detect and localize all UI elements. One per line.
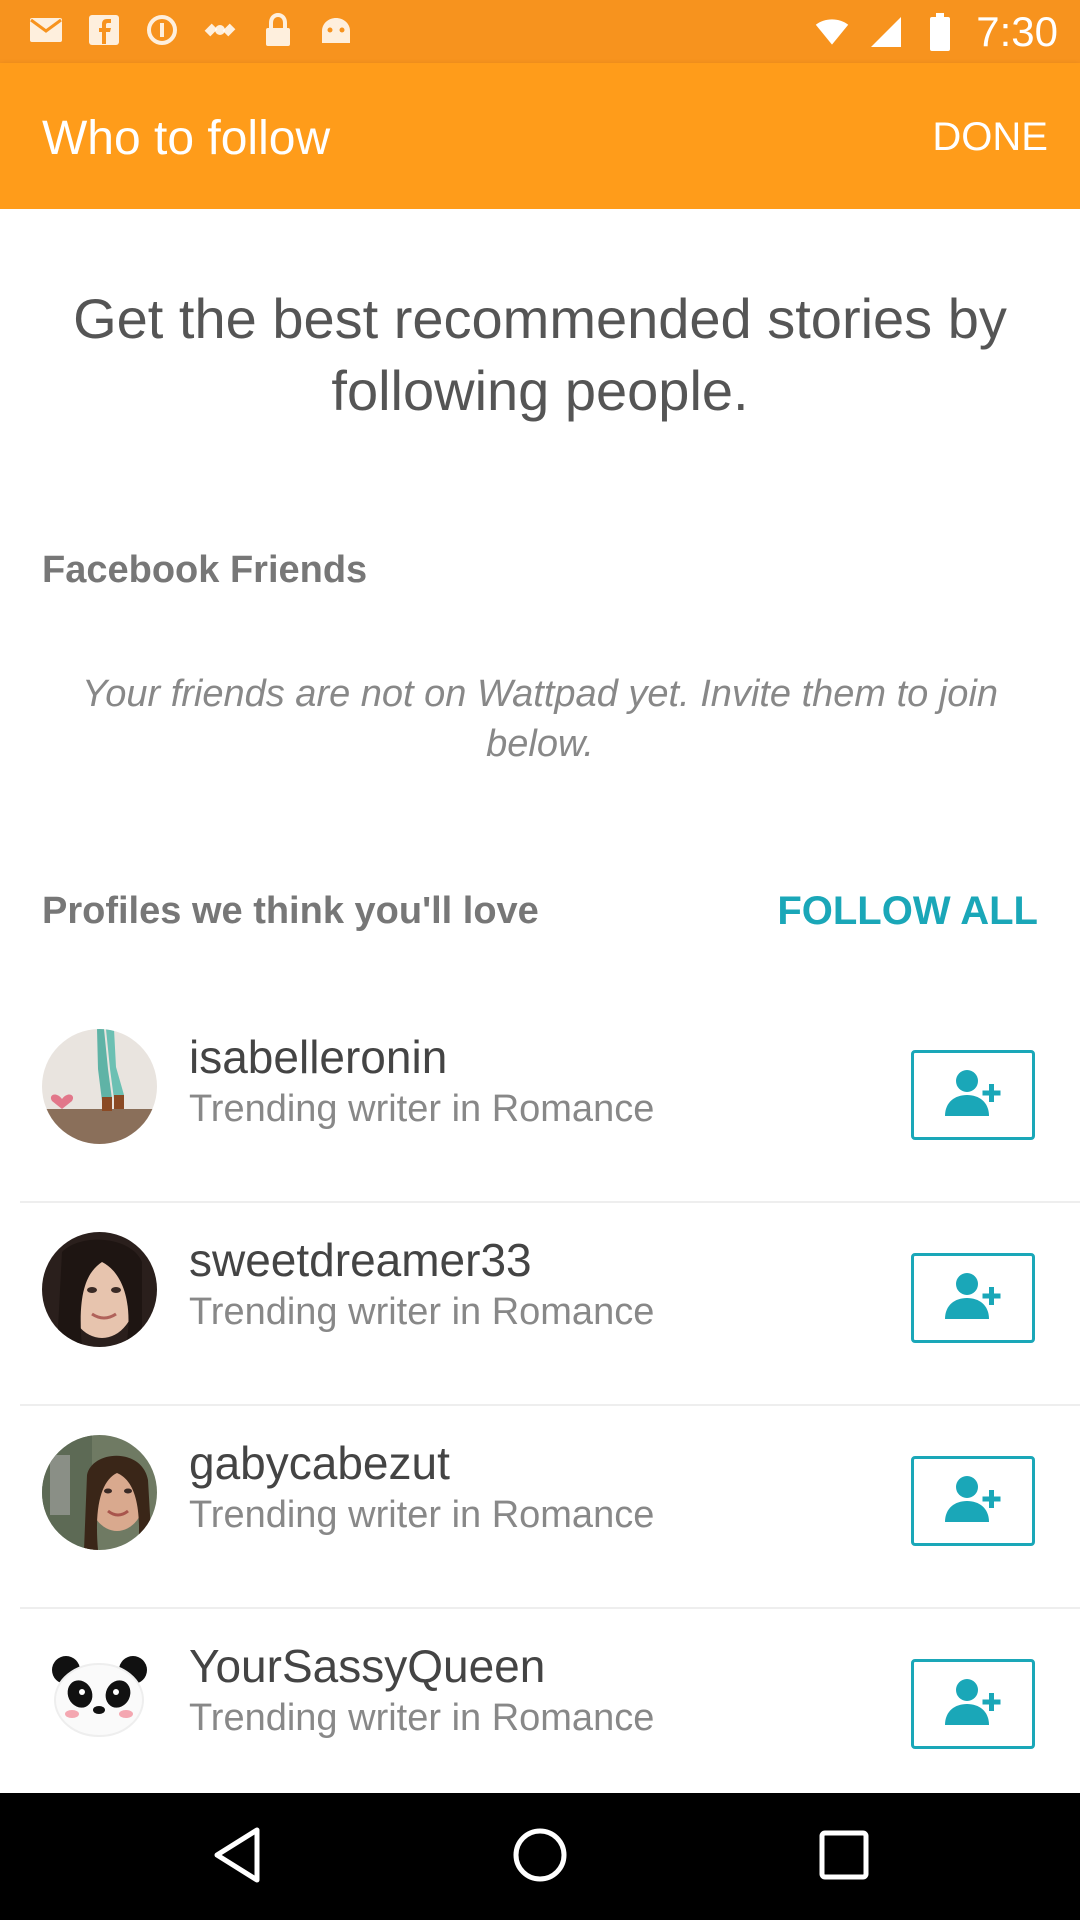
- add-user-icon: [941, 1271, 1005, 1326]
- avatar: [42, 1232, 157, 1347]
- follow-user-button[interactable]: [911, 1659, 1035, 1749]
- follow-all-button[interactable]: FOLLOW ALL: [777, 889, 1038, 934]
- follow-user-button[interactable]: [911, 1456, 1035, 1546]
- profile-list: isabelleronin Trending writer in Romance: [0, 1000, 1080, 1812]
- headline: Get the best recommended stories by foll…: [73, 287, 1007, 422]
- home-icon: [512, 1827, 568, 1888]
- battery-icon: [922, 12, 958, 51]
- avatar: [42, 1638, 157, 1753]
- list-item[interactable]: sweetdreamer33 Trending writer in Romanc…: [0, 1203, 1080, 1406]
- add-user-icon: [941, 1474, 1005, 1529]
- follow-user-button[interactable]: [911, 1050, 1035, 1140]
- home-button[interactable]: [508, 1825, 572, 1889]
- done-button[interactable]: DONE: [932, 115, 1048, 160]
- facebook-icon: [86, 12, 122, 48]
- recents-icon: [818, 1829, 870, 1886]
- android-icon: [318, 12, 354, 48]
- navigation-bar: [0, 1793, 1080, 1920]
- profile-subtitle: Trending writer in Romance: [189, 1697, 655, 1739]
- profile-subtitle: Trending writer in Romance: [189, 1291, 655, 1333]
- profile-subtitle: Trending writer in Romance: [189, 1088, 655, 1130]
- back-button[interactable]: [204, 1825, 268, 1889]
- back-icon: [209, 1826, 263, 1889]
- list-item[interactable]: YourSassyQueen Trending writer in Romanc…: [0, 1609, 1080, 1812]
- app-bar: Who to follow DONE: [0, 63, 1080, 209]
- mail-icon: [28, 12, 64, 48]
- follow-user-button[interactable]: [911, 1253, 1035, 1343]
- notification-icons: [28, 12, 354, 48]
- status-time: 7:30: [976, 7, 1058, 55]
- add-user-icon: [941, 1068, 1005, 1123]
- recents-button[interactable]: [812, 1825, 876, 1889]
- avatar: [42, 1435, 157, 1550]
- page-title: Who to follow: [42, 112, 331, 165]
- wifi-icon: [814, 14, 850, 50]
- signal-icon: [868, 14, 904, 50]
- data-saver-icon: [144, 12, 180, 48]
- lock-icon: [260, 12, 296, 48]
- avatar: [42, 1029, 157, 1144]
- main-content: Get the best recommended stories by foll…: [0, 209, 1080, 1793]
- list-item[interactable]: gabycabezut Trending writer in Romance: [0, 1406, 1080, 1609]
- list-item[interactable]: isabelleronin Trending writer in Romance: [0, 1000, 1080, 1203]
- profile-username[interactable]: sweetdreamer33: [189, 1233, 532, 1287]
- satellite-icon: [202, 12, 238, 48]
- profiles-section-title: Profiles we think you'll love: [42, 890, 539, 932]
- add-user-icon: [941, 1677, 1005, 1732]
- system-indicators: 7:30: [814, 0, 1058, 63]
- profile-username[interactable]: YourSassyQueen: [189, 1639, 545, 1693]
- profile-username[interactable]: gabycabezut: [189, 1436, 450, 1490]
- profile-subtitle: Trending writer in Romance: [189, 1494, 655, 1536]
- status-bar: 7:30: [0, 0, 1080, 63]
- profile-username[interactable]: isabelleronin: [189, 1030, 447, 1084]
- facebook-friends-note: Your friends are not on Wattpad yet. Inv…: [81, 673, 999, 765]
- facebook-friends-title: Facebook Friends: [42, 549, 368, 591]
